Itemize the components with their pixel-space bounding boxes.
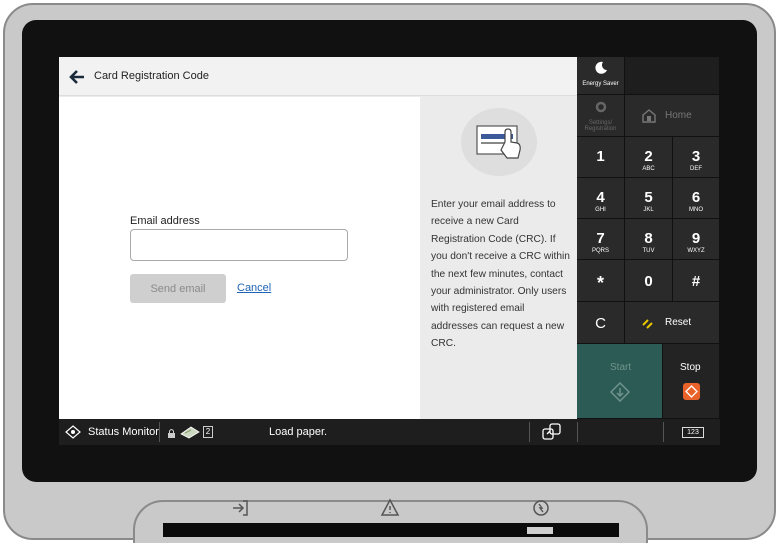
key-4-letters: GHI — [595, 207, 606, 213]
key-3-digit: 3 — [691, 148, 701, 165]
info-panel: Enter your email address to receive a ne… — [421, 97, 577, 420]
key-2-letters: ABC — [642, 166, 655, 172]
key-9-letters: WXYZ — [687, 248, 705, 254]
form-panel: Email address Send email Cancel — [59, 97, 420, 420]
power-icon[interactable] — [531, 498, 551, 518]
login-icon[interactable] — [230, 498, 250, 518]
start-label: Start — [610, 362, 632, 373]
reset-button[interactable]: Reset — [625, 302, 720, 344]
key-5[interactable]: 5 JKL — [625, 178, 673, 219]
status-divider — [159, 422, 160, 442]
info-text: Enter your email address to receive a ne… — [431, 199, 570, 350]
settings-button[interactable]: Settings/ Registration — [577, 95, 625, 137]
key-5-digit: 5 — [644, 189, 653, 206]
page-title: Card Registration Code — [94, 70, 209, 82]
key-hash[interactable]: # — [673, 260, 720, 302]
lock-icon — [167, 426, 176, 438]
key-0-digit: 0 — [644, 273, 653, 290]
settings-label: Settings/ Registration — [584, 120, 617, 132]
key-3[interactable]: 3 DEF — [673, 137, 720, 178]
stop-button[interactable]: Stop — [663, 344, 720, 419]
status-divider — [663, 422, 664, 442]
key-2[interactable]: 2 ABC — [625, 137, 673, 178]
tray-badge: 2 — [203, 426, 213, 438]
stop-icon — [683, 383, 700, 400]
status-divider — [577, 422, 578, 442]
status-bar: Status Monitor 2 Load paper. 123 — [59, 419, 720, 445]
key-1-digit: 1 — [596, 148, 605, 165]
key-6-letters: MNO — [689, 207, 703, 213]
clear-label: C — [595, 315, 606, 332]
key-9-digit: 9 — [691, 230, 701, 247]
back-arrow-icon[interactable] — [67, 67, 87, 87]
key-9[interactable]: 9 WXYZ — [673, 219, 720, 260]
header: Card Registration Code — [59, 57, 577, 96]
key-5-letters: JKL — [643, 207, 654, 213]
clear-button[interactable]: C — [577, 302, 625, 344]
key-7-digit: 7 — [596, 230, 605, 247]
blank-key — [625, 57, 720, 95]
key-hash-symbol: # — [691, 273, 701, 290]
card-touch-illustration-icon — [461, 108, 537, 176]
send-email-button[interactable]: Send email — [130, 274, 226, 303]
energy-saver-button[interactable]: Energy Saver — [577, 57, 625, 95]
moon-icon — [594, 61, 607, 74]
key-8-digit: 8 — [644, 230, 653, 247]
slot-indicator — [527, 527, 553, 534]
key-8[interactable]: 8 TUV — [625, 219, 673, 260]
paper-icon — [179, 424, 201, 440]
key-4[interactable]: 4 GHI — [577, 178, 625, 219]
key-3-letters: DEF — [690, 166, 702, 172]
email-label: Email address — [130, 215, 200, 227]
status-monitor-icon[interactable] — [65, 425, 81, 439]
device-link-icon[interactable] — [542, 423, 562, 441]
key-6[interactable]: 6 MNO — [673, 178, 720, 219]
email-input[interactable] — [130, 229, 348, 261]
key-8-letters: TUV — [642, 248, 655, 254]
reset-icon — [641, 316, 655, 335]
cancel-link[interactable]: Cancel — [237, 282, 271, 294]
key-1[interactable]: 1 — [577, 137, 625, 178]
status-divider — [529, 422, 530, 442]
key-0[interactable]: 0 — [625, 260, 673, 302]
status-message: Load paper. — [269, 426, 328, 438]
home-button[interactable]: Home — [625, 95, 720, 137]
keypad-panel: Energy Saver Settings/ Registration Home… — [577, 57, 720, 419]
gear-icon — [595, 101, 606, 113]
key-2-digit: 2 — [644, 148, 653, 165]
home-icon — [641, 108, 657, 129]
status-monitor-button[interactable]: Status Monitor — [88, 426, 159, 438]
key-star-symbol: * — [596, 273, 604, 293]
energy-saver-label: Energy Saver — [582, 81, 619, 87]
start-button[interactable]: Start — [577, 344, 663, 419]
key-star[interactable]: * — [577, 260, 625, 302]
key-7[interactable]: 7 PQRS — [577, 219, 625, 260]
start-icon — [609, 381, 631, 407]
numeric-keyboard-button[interactable]: 123 — [682, 427, 704, 438]
device: Card Registration Code Email address Sen… — [0, 0, 779, 543]
home-label: Home — [665, 110, 692, 121]
reset-label: Reset — [665, 317, 692, 328]
touch-screen: Card Registration Code Email address Sen… — [59, 57, 720, 445]
key-4-digit: 4 — [596, 189, 605, 206]
key-7-letters: PQRS — [591, 248, 609, 254]
warning-icon — [380, 498, 400, 518]
stop-label: Stop — [680, 362, 701, 373]
key-6-digit: 6 — [691, 189, 701, 206]
